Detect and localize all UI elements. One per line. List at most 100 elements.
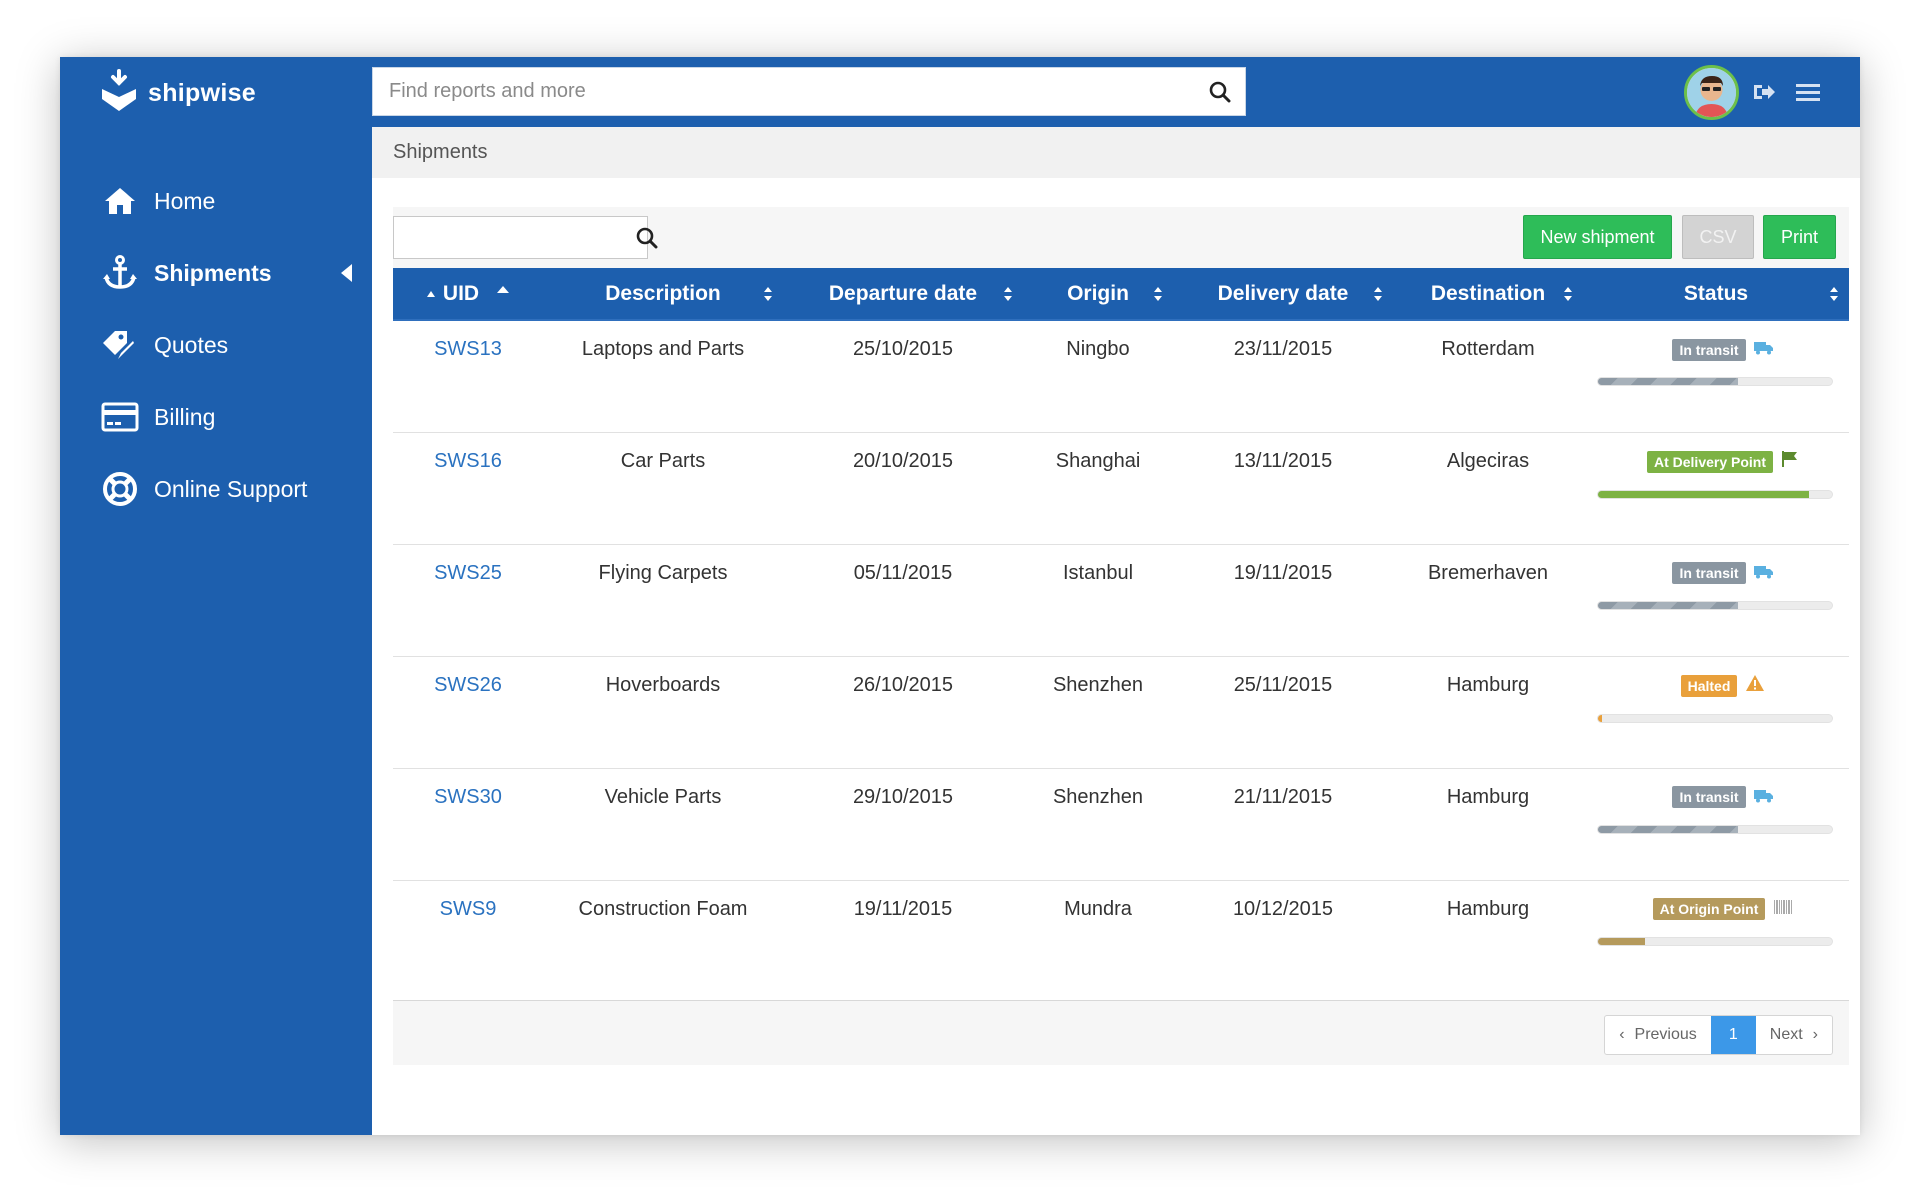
shipment-link[interactable]: SWS26 xyxy=(434,674,502,696)
sidebar-item-label: Online Support xyxy=(154,475,308,502)
page-1-button[interactable]: 1 xyxy=(1710,1016,1756,1054)
table-row[interactable]: SWS9 Construction Foam 19/11/2015 Mundra 10/… xyxy=(393,880,1849,1000)
anchor-icon xyxy=(100,255,140,291)
shipment-link[interactable]: SWS16 xyxy=(434,450,502,472)
table-row[interactable]: SWS25 Flying Carpets 05/11/2015 Istanbul 19/… xyxy=(393,544,1849,656)
column-header-status[interactable]: Status xyxy=(1583,268,1849,321)
sidebar-item-home[interactable]: Home xyxy=(60,165,372,237)
column-header-description[interactable]: Description xyxy=(543,268,783,321)
previous-page-button[interactable]: ‹ Previous xyxy=(1605,1016,1711,1054)
tags-icon xyxy=(100,327,140,363)
cell-delivery-date: 10/12/2015 xyxy=(1232,897,1334,920)
truck-icon xyxy=(1753,338,1774,361)
column-label: Origin xyxy=(1067,281,1129,305)
column-label: Status xyxy=(1683,281,1749,305)
sign-out-icon[interactable] xyxy=(1750,78,1778,106)
cell-status: At Origin Point xyxy=(1583,880,1849,1000)
truck-icon xyxy=(1753,562,1774,585)
sidebar-nav: Home Shipments Quotes Billing Online Sup… xyxy=(60,165,372,525)
shipment-link[interactable]: SWS30 xyxy=(434,786,502,808)
column-header-origin[interactable]: Origin xyxy=(1023,268,1173,321)
column-header-destination[interactable]: Destination xyxy=(1393,268,1583,321)
column-header-delivery-date[interactable]: Delivery date xyxy=(1173,268,1393,321)
shipments-panel: New shipment CSV Print UID Description D… xyxy=(393,207,1849,1065)
shipment-link[interactable]: SWS9 xyxy=(440,898,497,920)
logo[interactable]: shipwise xyxy=(100,68,256,118)
sort-icon xyxy=(1374,287,1382,301)
progress-fill xyxy=(1598,937,1645,945)
sidebar: shipwise Home Shipments Quotes Billing O… xyxy=(60,57,372,1135)
print-button[interactable]: Print xyxy=(1763,215,1836,259)
cell-description: Flying Carpets xyxy=(598,561,728,584)
sidebar-item-billing[interactable]: Billing xyxy=(60,381,372,453)
sidebar-item-online-support[interactable]: Online Support xyxy=(60,453,372,525)
column-header-uid[interactable]: UID xyxy=(393,268,543,321)
cell-delivery-date: 21/11/2015 xyxy=(1233,785,1333,808)
shipwise-logo-icon xyxy=(100,68,138,118)
column-header-departure-date[interactable]: Departure date xyxy=(783,268,1023,321)
sort-asc-icon xyxy=(497,285,510,293)
cell-origin: Mundra xyxy=(1064,897,1132,920)
search-icon[interactable] xyxy=(1195,68,1245,115)
lifebuoy-icon xyxy=(100,471,140,507)
credit-card-icon xyxy=(100,399,140,435)
sidebar-item-label: Quotes xyxy=(154,331,229,358)
cell-destination: Hamburg xyxy=(1446,897,1530,920)
cell-status: In transit xyxy=(1583,320,1849,432)
cell-departure-date: 26/10/2015 xyxy=(852,673,954,696)
truck-icon xyxy=(1753,786,1774,809)
table-search xyxy=(393,216,658,259)
table-row[interactable]: SWS16 Car Parts 20/10/2015 Shanghai 13/11/20… xyxy=(393,432,1849,544)
sort-asc-small-icon xyxy=(426,290,435,297)
next-page-button[interactable]: Next › xyxy=(1756,1016,1832,1054)
table-row[interactable]: SWS13 Laptops and Parts 25/10/2015 Ningbo 23… xyxy=(393,320,1849,432)
cell-description: Construction Foam xyxy=(578,897,748,920)
table-row[interactable]: SWS26 Hoverboards 26/10/2015 Shenzhen 25/11/… xyxy=(393,656,1849,768)
sidebar-item-shipments[interactable]: Shipments xyxy=(60,237,372,309)
cell-origin: Istanbul xyxy=(1062,561,1134,584)
chevron-right-icon: › xyxy=(1812,1026,1818,1043)
column-label: Departure date xyxy=(828,281,978,305)
cell-destination: Hamburg xyxy=(1446,785,1530,808)
chevron-left-icon: ‹ xyxy=(1619,1026,1625,1043)
sidebar-item-label: Billing xyxy=(154,403,216,430)
progress-bar xyxy=(1597,489,1833,499)
status-badge: In transit xyxy=(1672,338,1746,361)
cell-uid: SWS9 xyxy=(393,880,543,1000)
top-bar xyxy=(372,57,1860,127)
status-badge: In transit xyxy=(1672,786,1746,809)
cell-departure-date: 29/10/2015 xyxy=(852,785,954,808)
cell-uid: SWS26 xyxy=(393,656,543,768)
table-row[interactable]: SWS30 Vehicle Parts 29/10/2015 Shenzhen 21/1… xyxy=(393,768,1849,880)
main-content: Shipments New shipment CSV Print UI xyxy=(372,57,1860,1135)
flag-icon xyxy=(1781,450,1799,474)
column-label: Destination xyxy=(1430,281,1546,305)
column-label: Description xyxy=(605,281,721,305)
menu-icon[interactable] xyxy=(1794,78,1822,106)
new-shipment-button[interactable]: New shipment xyxy=(1523,215,1672,259)
cell-delivery-date: 19/11/2015 xyxy=(1233,561,1333,584)
cell-destination: Hamburg xyxy=(1446,673,1530,696)
search-icon[interactable] xyxy=(636,217,658,258)
cell-description: Car Parts xyxy=(620,449,706,472)
shipment-link[interactable]: SWS25 xyxy=(434,562,502,584)
cell-status: At Delivery Point xyxy=(1583,432,1849,544)
table-search-input[interactable] xyxy=(394,217,636,258)
sidebar-item-quotes[interactable]: Quotes xyxy=(60,309,372,381)
avatar[interactable] xyxy=(1684,65,1739,120)
next-label: Next xyxy=(1769,1026,1803,1043)
shipment-link[interactable]: SWS13 xyxy=(434,338,502,360)
status-badge: Halted xyxy=(1680,674,1738,697)
sort-icon xyxy=(1564,287,1572,301)
progress-fill xyxy=(1598,714,1602,722)
status-badge: At Delivery Point xyxy=(1646,450,1774,473)
cell-departure-date: 05/11/2015 xyxy=(853,561,953,584)
csv-button[interactable]: CSV xyxy=(1682,215,1754,259)
cell-uid: SWS25 xyxy=(393,544,543,656)
cell-origin: Shenzhen xyxy=(1052,673,1144,696)
global-search-input[interactable] xyxy=(373,68,1195,115)
breadcrumb-bar: Shipments xyxy=(372,127,1860,178)
cell-uid: SWS30 xyxy=(393,768,543,880)
global-search xyxy=(372,67,1246,116)
cell-departure-date: 20/10/2015 xyxy=(852,449,954,472)
